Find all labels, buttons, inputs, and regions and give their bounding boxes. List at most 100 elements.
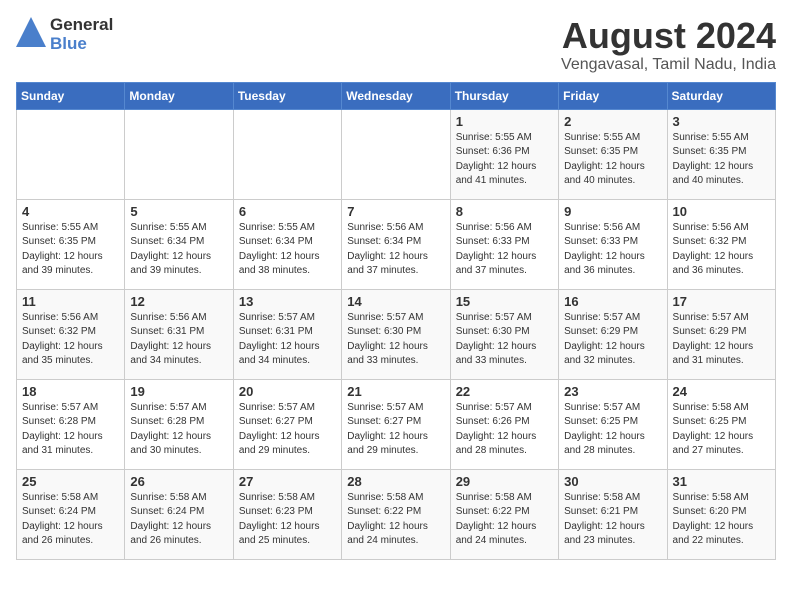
calendar-cell: 3 Sunrise: 5:55 AM Sunset: 6:35 PM Daylig… <box>667 109 775 199</box>
calendar-cell <box>17 109 125 199</box>
calendar-cell: 17Sunrise: 5:57 AM Sunset: 6:29 PM Dayli… <box>667 289 775 379</box>
day-info: Sunrise: 5:57 AM Sunset: 6:31 PM Dayligh… <box>239 311 336 369</box>
day-number: 28 <box>347 474 444 489</box>
calendar-cell <box>125 109 233 199</box>
calendar-table: SundayMondayTuesdayWednesdayThursdayFrid… <box>16 82 776 560</box>
day-info: Sunrise: 5:58 AM Sunset: 6:23 PM Dayligh… <box>239 491 336 549</box>
day-number: 6 <box>239 204 336 219</box>
calendar-cell: 25Sunrise: 5:58 AM Sunset: 6:24 PM Dayli… <box>17 469 125 559</box>
day-info: Sunrise: 5:55 AM Sunset: 6:35 PM Dayligh… <box>22 221 119 279</box>
day-number: 10 <box>673 204 770 219</box>
title-area: August 2024 Vengavasal, Tamil Nadu, Indi… <box>561 16 776 74</box>
calendar-cell: 5Sunrise: 5:55 AM Sunset: 6:34 PM Daylig… <box>125 199 233 289</box>
logo: General Blue <box>16 16 113 53</box>
day-number: 3 <box>673 114 770 129</box>
day-number: 18 <box>22 384 119 399</box>
day-number: 7 <box>347 204 444 219</box>
day-info: Sunrise: 5:58 AM Sunset: 6:25 PM Dayligh… <box>673 401 770 459</box>
day-info: Sunrise: 5:57 AM Sunset: 6:30 PM Dayligh… <box>456 311 553 369</box>
calendar-cell: 15 Sunrise: 5:57 AM Sunset: 6:30 PM Dayli… <box>450 289 558 379</box>
weekday-header: Friday <box>559 82 667 109</box>
calendar-cell: 16 Sunrise: 5:57 AM Sunset: 6:29 PM Dayli… <box>559 289 667 379</box>
day-number: 12 <box>130 294 227 309</box>
day-number: 13 <box>239 294 336 309</box>
logo-icon <box>16 17 46 53</box>
calendar-cell: 23Sunrise: 5:57 AM Sunset: 6:25 PM Dayli… <box>559 379 667 469</box>
weekday-header: Tuesday <box>233 82 341 109</box>
day-info: Sunrise: 5:56 AM Sunset: 6:33 PM Dayligh… <box>564 221 661 279</box>
logo-blue: Blue <box>50 35 113 54</box>
day-number: 25 <box>22 474 119 489</box>
day-number: 4 <box>22 204 119 219</box>
day-info: Sunrise: 5:58 AM Sunset: 6:22 PM Dayligh… <box>456 491 553 549</box>
calendar-cell: 8Sunrise: 5:56 AM Sunset: 6:33 PM Daylig… <box>450 199 558 289</box>
calendar-week-row: 25 Sunrise: 5:58 AM Sunset: 6:24 PM Dayli… <box>17 469 776 559</box>
calendar-cell: 30Sunrise: 5:58 AM Sunset: 6:21 PM Dayli… <box>559 469 667 559</box>
weekday-header: Sunday <box>17 82 125 109</box>
day-info: Sunrise: 5:57 AM Sunset: 6:28 PM Dayligh… <box>22 401 119 459</box>
day-number: 2 <box>564 114 661 129</box>
calendar-cell: 29 Sunrise: 5:58 AM Sunset: 6:22 PM Dayli… <box>450 469 558 559</box>
day-number: 5 <box>130 204 227 219</box>
calendar-cell: 6 Sunrise: 5:55 AM Sunset: 6:34 PM Daylig… <box>233 199 341 289</box>
day-info: Sunrise: 5:56 AM Sunset: 6:31 PM Dayligh… <box>130 311 227 369</box>
calendar-cell: 13 Sunrise: 5:57 AM Sunset: 6:31 PM Dayli… <box>233 289 341 379</box>
day-info: Sunrise: 5:58 AM Sunset: 6:24 PM Dayligh… <box>130 491 227 549</box>
day-info: Sunrise: 5:58 AM Sunset: 6:22 PM Dayligh… <box>347 491 444 549</box>
day-info: Sunrise: 5:55 AM Sunset: 6:35 PM Dayligh… <box>564 131 661 189</box>
calendar-cell: 10 Sunrise: 5:56 AM Sunset: 6:32 PM Dayli… <box>667 199 775 289</box>
month-title: August 2024 <box>561 16 776 56</box>
day-info: Sunrise: 5:58 AM Sunset: 6:20 PM Dayligh… <box>673 491 770 549</box>
location-title: Vengavasal, Tamil Nadu, India <box>561 56 776 74</box>
calendar-cell: 2 Sunrise: 5:55 AM Sunset: 6:35 PM Daylig… <box>559 109 667 199</box>
day-info: Sunrise: 5:55 AM Sunset: 6:35 PM Dayligh… <box>673 131 770 189</box>
day-number: 19 <box>130 384 227 399</box>
day-info: Sunrise: 5:55 AM Sunset: 6:34 PM Dayligh… <box>239 221 336 279</box>
calendar-cell: 18 Sunrise: 5:57 AM Sunset: 6:28 PM Dayli… <box>17 379 125 469</box>
day-number: 31 <box>673 474 770 489</box>
calendar-cell <box>233 109 341 199</box>
calendar-cell: 21 Sunrise: 5:57 AM Sunset: 6:27 PM Dayli… <box>342 379 450 469</box>
day-info: Sunrise: 5:57 AM Sunset: 6:26 PM Dayligh… <box>456 401 553 459</box>
day-number: 9 <box>564 204 661 219</box>
day-info: Sunrise: 5:57 AM Sunset: 6:29 PM Dayligh… <box>564 311 661 369</box>
calendar-cell: 20Sunrise: 5:57 AM Sunset: 6:27 PM Dayli… <box>233 379 341 469</box>
weekday-header: Thursday <box>450 82 558 109</box>
day-info: Sunrise: 5:57 AM Sunset: 6:27 PM Dayligh… <box>347 401 444 459</box>
day-number: 22 <box>456 384 553 399</box>
day-number: 11 <box>22 294 119 309</box>
day-info: Sunrise: 5:57 AM Sunset: 6:30 PM Dayligh… <box>347 311 444 369</box>
day-number: 15 <box>456 294 553 309</box>
day-number: 16 <box>564 294 661 309</box>
calendar-week-row: 1Sunrise: 5:55 AM Sunset: 6:36 PM Daylig… <box>17 109 776 199</box>
calendar-cell: 19 Sunrise: 5:57 AM Sunset: 6:28 PM Dayli… <box>125 379 233 469</box>
day-number: 20 <box>239 384 336 399</box>
logo-general: General <box>50 16 113 35</box>
calendar-week-row: 11 Sunrise: 5:56 AM Sunset: 6:32 PM Dayli… <box>17 289 776 379</box>
weekday-header: Monday <box>125 82 233 109</box>
calendar-cell: 1Sunrise: 5:55 AM Sunset: 6:36 PM Daylig… <box>450 109 558 199</box>
day-number: 14 <box>347 294 444 309</box>
calendar-cell: 24 Sunrise: 5:58 AM Sunset: 6:25 PM Dayli… <box>667 379 775 469</box>
calendar-cell: 7Sunrise: 5:56 AM Sunset: 6:34 PM Daylig… <box>342 199 450 289</box>
calendar-cell: 31 Sunrise: 5:58 AM Sunset: 6:20 PM Dayli… <box>667 469 775 559</box>
calendar-cell: 28 Sunrise: 5:58 AM Sunset: 6:22 PM Dayli… <box>342 469 450 559</box>
calendar-cell: 22 Sunrise: 5:57 AM Sunset: 6:26 PM Dayli… <box>450 379 558 469</box>
day-number: 24 <box>673 384 770 399</box>
calendar-cell: 12 Sunrise: 5:56 AM Sunset: 6:31 PM Dayli… <box>125 289 233 379</box>
calendar-week-row: 4 Sunrise: 5:55 AM Sunset: 6:35 PM Daylig… <box>17 199 776 289</box>
calendar-cell: 26Sunrise: 5:58 AM Sunset: 6:24 PM Dayli… <box>125 469 233 559</box>
day-info: Sunrise: 5:56 AM Sunset: 6:32 PM Dayligh… <box>22 311 119 369</box>
calendar-body: 1Sunrise: 5:55 AM Sunset: 6:36 PM Daylig… <box>17 109 776 559</box>
weekday-header: Saturday <box>667 82 775 109</box>
day-info: Sunrise: 5:58 AM Sunset: 6:21 PM Dayligh… <box>564 491 661 549</box>
weekday-header: Wednesday <box>342 82 450 109</box>
day-number: 21 <box>347 384 444 399</box>
day-number: 23 <box>564 384 661 399</box>
day-number: 29 <box>456 474 553 489</box>
day-info: Sunrise: 5:57 AM Sunset: 6:28 PM Dayligh… <box>130 401 227 459</box>
calendar-cell <box>342 109 450 199</box>
day-number: 1 <box>456 114 553 129</box>
page-header: General Blue August 2024 Vengavasal, Tam… <box>16 16 776 74</box>
day-info: Sunrise: 5:56 AM Sunset: 6:32 PM Dayligh… <box>673 221 770 279</box>
